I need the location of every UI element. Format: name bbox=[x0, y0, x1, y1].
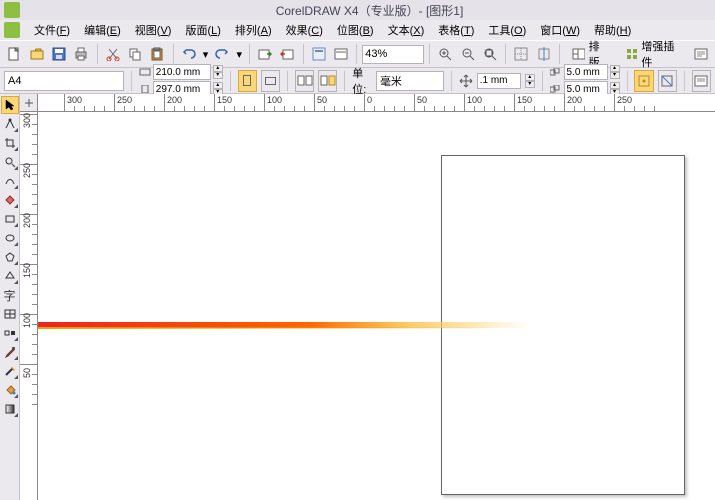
layout-panel-button[interactable]: 排版 bbox=[565, 43, 616, 65]
workspace: 字 30025020015010050050100150200250 30025… bbox=[0, 94, 715, 500]
zoom-in-button[interactable] bbox=[435, 43, 455, 65]
width-spinner[interactable]: ▴▾ bbox=[213, 65, 223, 79]
unit-select[interactable] bbox=[376, 71, 444, 91]
menu-window[interactable]: 窗口(W) bbox=[534, 20, 586, 40]
shape-tool[interactable] bbox=[1, 115, 19, 133]
menu-tools[interactable]: 工具(O) bbox=[482, 20, 532, 40]
interactive-fill-tool[interactable] bbox=[1, 400, 19, 418]
toolbox: 字 bbox=[0, 94, 20, 500]
page-width-input[interactable] bbox=[153, 64, 211, 80]
dup-x-icon bbox=[550, 68, 562, 76]
menu-layout[interactable]: 版面(L) bbox=[179, 20, 226, 40]
dynamic-guides-button[interactable] bbox=[658, 70, 677, 92]
menu-file[interactable]: 文件(F) bbox=[28, 20, 76, 40]
snap-to-objects-button[interactable] bbox=[634, 70, 653, 92]
portrait-button[interactable] bbox=[238, 70, 257, 92]
height-icon bbox=[139, 85, 151, 93]
menu-arrange[interactable]: 排列(A) bbox=[229, 20, 278, 40]
menu-bitmap[interactable]: 位图(B) bbox=[331, 20, 380, 40]
copy-button[interactable] bbox=[125, 43, 145, 65]
export-button[interactable] bbox=[277, 43, 297, 65]
redo-button[interactable] bbox=[212, 43, 232, 65]
app-icon bbox=[4, 2, 20, 18]
menu-text[interactable]: 文本(X) bbox=[382, 20, 431, 40]
canvas-area: 30025020015010050050100150200250 3002502… bbox=[20, 94, 715, 500]
cut-button[interactable] bbox=[102, 43, 122, 65]
paper-size-select[interactable] bbox=[4, 71, 124, 91]
app-title: CorelDRAW X4（专业版）- [图形1] bbox=[24, 2, 715, 19]
drawing-canvas[interactable] bbox=[38, 112, 715, 500]
rectangle-tool[interactable] bbox=[1, 210, 19, 228]
fill-tool[interactable] bbox=[1, 381, 19, 399]
all-pages-button[interactable] bbox=[295, 70, 314, 92]
zoom-tool[interactable] bbox=[1, 153, 19, 171]
nudge-spinner[interactable]: ▴▾ bbox=[525, 74, 535, 88]
zoom-out-button[interactable] bbox=[458, 43, 478, 65]
undo-drop[interactable]: ▾ bbox=[201, 43, 210, 65]
freehand-tool[interactable] bbox=[1, 172, 19, 190]
dup-x-spinner[interactable]: ▴▾ bbox=[610, 65, 620, 79]
snap-button[interactable] bbox=[511, 43, 531, 65]
options-prop-button[interactable] bbox=[692, 70, 711, 92]
paste-button[interactable] bbox=[147, 43, 167, 65]
redo-drop[interactable]: ▾ bbox=[235, 43, 244, 65]
outline-tool[interactable] bbox=[1, 362, 19, 380]
eyedropper-tool[interactable] bbox=[1, 343, 19, 361]
titlebar: CorelDRAW X4（专业版）- [图形1] bbox=[0, 0, 715, 20]
save-button[interactable] bbox=[49, 43, 69, 65]
basic-shapes-tool[interactable] bbox=[1, 267, 19, 285]
doc-icon bbox=[4, 22, 20, 38]
menu-table[interactable]: 表格(T) bbox=[432, 20, 480, 40]
print-button[interactable] bbox=[71, 43, 91, 65]
duplicate-x-input[interactable] bbox=[564, 64, 608, 80]
undo-button[interactable] bbox=[178, 43, 198, 65]
pick-tool[interactable] bbox=[1, 96, 19, 114]
polygon-tool[interactable] bbox=[1, 248, 19, 266]
ruler-origin[interactable] bbox=[20, 94, 38, 112]
width-icon bbox=[139, 68, 151, 76]
drawn-stroke[interactable] bbox=[38, 322, 530, 328]
nudge-input[interactable] bbox=[477, 73, 521, 89]
menu-effects[interactable]: 效果(C) bbox=[280, 20, 329, 40]
smart-fill-tool[interactable] bbox=[1, 191, 19, 209]
options-button[interactable] bbox=[691, 43, 711, 65]
dup-y-icon bbox=[550, 85, 562, 93]
interactive-blend-tool[interactable] bbox=[1, 324, 19, 342]
welcome-button[interactable] bbox=[331, 43, 351, 65]
nudge-icon bbox=[459, 74, 473, 88]
open-button[interactable] bbox=[26, 43, 46, 65]
menu-view[interactable]: 视图(V) bbox=[129, 20, 178, 40]
menubar: 文件(F) 编辑(E) 视图(V) 版面(L) 排列(A) 效果(C) 位图(B… bbox=[0, 20, 715, 40]
unit-label: 单位: bbox=[352, 65, 372, 97]
horizontal-ruler[interactable]: 30025020015010050050100150200250 bbox=[38, 94, 715, 112]
text-tool[interactable]: 字 bbox=[1, 286, 19, 304]
new-button[interactable] bbox=[4, 43, 24, 65]
plugin-button[interactable]: 增强插件 bbox=[618, 43, 689, 65]
property-bar: ▴▾ ▴▾ 单位: ▴▾ ▴▾ ▴▾ bbox=[0, 68, 715, 94]
zoom-fit-button[interactable] bbox=[480, 43, 500, 65]
app-launcher-button[interactable] bbox=[309, 43, 329, 65]
table-tool[interactable] bbox=[1, 305, 19, 323]
guidelines-button[interactable] bbox=[534, 43, 554, 65]
landscape-button[interactable] bbox=[261, 70, 280, 92]
current-page-button[interactable] bbox=[318, 70, 337, 92]
ellipse-tool[interactable] bbox=[1, 229, 19, 247]
import-button[interactable] bbox=[255, 43, 275, 65]
zoom-level-input[interactable] bbox=[362, 45, 424, 64]
menu-help[interactable]: 帮助(H) bbox=[588, 20, 637, 40]
crop-tool[interactable] bbox=[1, 134, 19, 152]
menu-edit[interactable]: 编辑(E) bbox=[78, 20, 127, 40]
vertical-ruler[interactable]: 30025020015010050 bbox=[20, 112, 38, 500]
